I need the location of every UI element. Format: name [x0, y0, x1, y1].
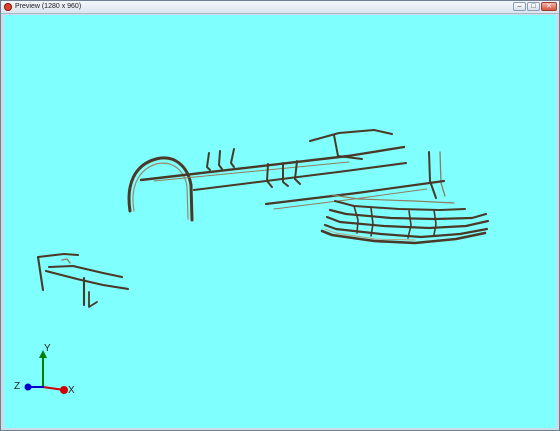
pipe-branch-1	[206, 152, 211, 171]
pipe-branch-2	[218, 150, 223, 170]
pipe-bundle-11	[433, 209, 437, 236]
close-button[interactable]: ✕	[541, 2, 557, 11]
pipe-left-2	[36, 252, 80, 259]
pipe-left-6	[88, 291, 98, 308]
pipe-right-vertical	[428, 151, 437, 199]
pipe-bundle-10	[407, 210, 412, 239]
pipe-arch-inner	[132, 162, 189, 220]
3d-viewport[interactable]: X Y Z	[4, 15, 556, 428]
y-axis-label: Y	[44, 343, 51, 354]
pipe-branch-5	[282, 162, 289, 187]
preview-window: Preview (1280 x 960) – □ ✕ X Y Z	[0, 0, 560, 431]
x-axis-label: X	[68, 385, 75, 396]
minimize-button[interactable]: –	[513, 2, 526, 11]
pipe-left-7	[61, 258, 71, 264]
pipe-arch	[127, 156, 194, 222]
z-axis-label: Z	[14, 381, 21, 392]
pipe-branch-3	[230, 148, 235, 168]
app-icon	[4, 3, 12, 11]
pipe-mid	[264, 179, 446, 206]
pipe-model	[24, 129, 490, 394]
maximize-button[interactable]: □	[527, 2, 540, 11]
pipe-branch-6	[294, 160, 301, 185]
pipe-left-1	[36, 255, 45, 292]
pipe-bundle-8	[353, 205, 359, 234]
window-title: Preview (1280 x 960)	[15, 3, 82, 10]
pipe-branch-4	[266, 163, 273, 188]
pipe-left-4	[44, 269, 130, 291]
pipe-right-vertical-2	[439, 151, 446, 197]
window-controls: – □ ✕	[513, 2, 557, 11]
pipe-bundle-9	[370, 207, 374, 237]
pipe-top-right	[309, 129, 393, 142]
pipe-bundle-4	[328, 208, 488, 221]
axis-triad	[24, 350, 68, 394]
title-bar[interactable]: Preview (1280 x 960) – □ ✕	[1, 1, 559, 14]
